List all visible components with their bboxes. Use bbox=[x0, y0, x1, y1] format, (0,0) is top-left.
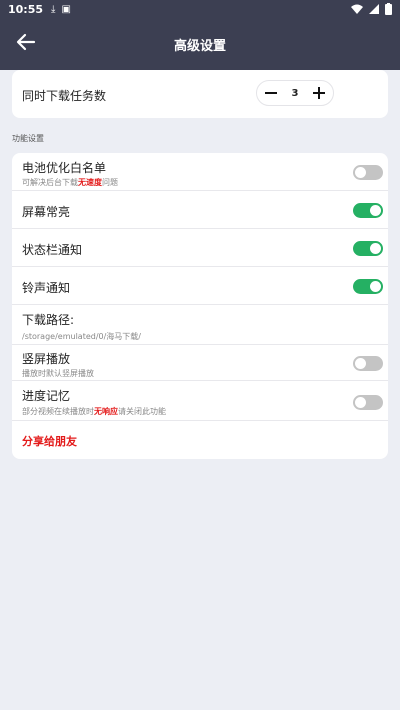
progress-sub-highlight: 无响应 bbox=[94, 407, 118, 416]
download-count-card: 同时下载任务数 3 bbox=[12, 70, 388, 118]
download-path-value: /storage/emulated/0/海马下载/ bbox=[22, 332, 142, 341]
status-notify-toggle[interactable] bbox=[353, 241, 383, 256]
page-title: 高级设置 bbox=[173, 39, 226, 54]
download-count-label: 同时下载任务数 bbox=[22, 89, 107, 103]
feature-settings-card: 电池优化白名单 可解决后台下载无速度问题 屏幕常亮 状态栏通知 铃声通知 下载路… bbox=[12, 153, 388, 459]
battery-icon bbox=[385, 3, 392, 15]
progress-sub-text: 部分视频在续播放时 bbox=[22, 407, 94, 416]
status-notify-row[interactable]: 状态栏通知 bbox=[12, 229, 388, 267]
portrait-play-title: 竖屏播放 bbox=[22, 352, 71, 366]
download-status-icon: ⤓ bbox=[51, 3, 56, 15]
download-count-value: 3 bbox=[291, 87, 299, 99]
ring-notify-title: 铃声通知 bbox=[22, 281, 71, 295]
screen-on-toggle[interactable] bbox=[353, 203, 383, 218]
progress-sub-text-end: 请关闭此功能 bbox=[118, 407, 166, 416]
download-count-stepper: 3 bbox=[256, 80, 334, 106]
decrement-button[interactable] bbox=[263, 85, 279, 101]
share-button[interactable]: 分享给朋友 bbox=[22, 433, 77, 449]
wifi-icon bbox=[351, 4, 363, 14]
toggle-knob bbox=[355, 358, 366, 369]
signal-icon bbox=[369, 4, 379, 14]
status-bar: 10:55 ⤓ ▣ bbox=[0, 0, 400, 18]
toggle-knob bbox=[355, 397, 366, 408]
section-title: 功能设置 bbox=[12, 134, 44, 143]
screen-on-row[interactable]: 屏幕常亮 bbox=[12, 191, 388, 229]
portrait-play-toggle[interactable] bbox=[353, 356, 383, 371]
progress-memory-row[interactable]: 进度记忆 部分视频在续播放时无响应请关闭此功能 bbox=[12, 381, 388, 421]
progress-memory-title: 进度记忆 bbox=[22, 389, 71, 403]
ring-notify-row[interactable]: 铃声通知 bbox=[12, 267, 388, 305]
toggle-knob bbox=[355, 167, 366, 178]
notification-status-icon: ▣ bbox=[61, 3, 71, 15]
status-time: 10:55 bbox=[8, 2, 44, 16]
minus-icon bbox=[265, 92, 277, 94]
app-bar: 高级设置 bbox=[0, 18, 400, 70]
toggle-knob bbox=[370, 243, 381, 254]
portrait-play-row[interactable]: 竖屏播放 播放时默认竖屏播放 bbox=[12, 345, 388, 381]
battery-whitelist-title: 电池优化白名单 bbox=[22, 161, 107, 175]
plus-icon bbox=[313, 87, 325, 99]
screen-on-title: 屏幕常亮 bbox=[22, 205, 71, 219]
progress-memory-subtitle: 部分视频在续播放时无响应请关闭此功能 bbox=[22, 406, 166, 417]
battery-whitelist-subtitle: 可解决后台下载无速度问题 bbox=[22, 177, 118, 188]
ring-notify-toggle[interactable] bbox=[353, 279, 383, 294]
status-notify-title: 状态栏通知 bbox=[22, 243, 83, 257]
share-row[interactable]: 分享给朋友 bbox=[12, 421, 388, 459]
download-path-title: 下载路径: bbox=[22, 313, 75, 327]
toggle-knob bbox=[370, 281, 381, 292]
progress-memory-toggle[interactable] bbox=[353, 395, 383, 410]
toggle-knob bbox=[370, 205, 381, 216]
battery-sub-text: 可解决后台下载 bbox=[22, 178, 78, 187]
battery-whitelist-row[interactable]: 电池优化白名单 可解决后台下载无速度问题 bbox=[12, 153, 388, 191]
increment-button[interactable] bbox=[311, 85, 327, 101]
battery-sub-text-end: 问题 bbox=[102, 178, 118, 187]
download-path-row[interactable]: 下载路径: /storage/emulated/0/海马下载/ bbox=[12, 305, 388, 345]
battery-sub-highlight: 无速度 bbox=[78, 178, 102, 187]
portrait-play-subtitle: 播放时默认竖屏播放 bbox=[22, 369, 94, 378]
battery-whitelist-toggle[interactable] bbox=[353, 165, 383, 180]
